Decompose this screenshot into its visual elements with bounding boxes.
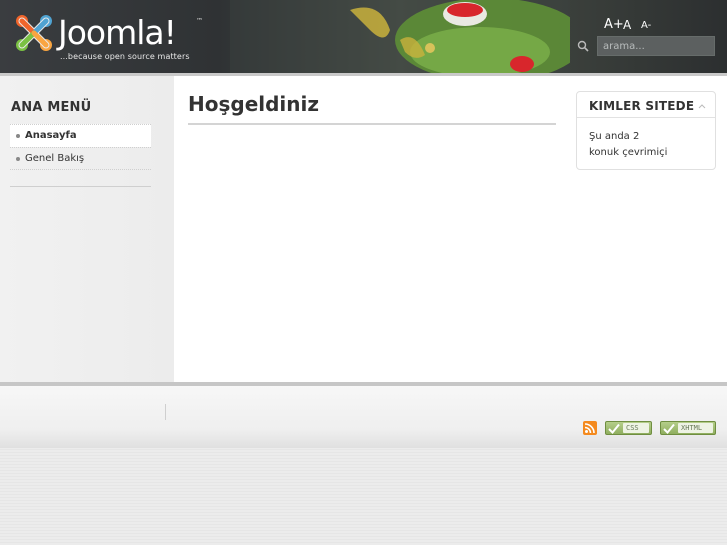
left-sidebar: ANA MENÜ Anasayfa Genel Bakış — [0, 76, 174, 382]
main-area: ANA MENÜ Anasayfa Genel Bakış Hoşgeldini… — [0, 76, 727, 382]
main-menu-title: ANA MENÜ — [11, 100, 92, 115]
font-sizer: A+ A A- — [604, 17, 664, 33]
page-background — [0, 448, 727, 545]
logo-trademark: ™ — [196, 17, 203, 25]
footer-separator — [165, 404, 166, 420]
font-larger-button[interactable]: A+ — [604, 17, 624, 32]
menu-item-genel-bakis[interactable]: Genel Bakış — [10, 147, 151, 170]
checkmark-icon — [608, 423, 620, 434]
who-online-module: KIMLER SITEDE Şu anda 2 konuk çevrimiçi — [576, 91, 716, 170]
joomla-logo-icon — [16, 15, 52, 51]
who-online-guests: konuk çevrimiçi — [589, 147, 668, 158]
xhtml-badge-label: XHTML — [678, 423, 713, 433]
who-online-header: KIMLER SITEDE — [577, 92, 715, 118]
menu-item-label: Anasayfa — [25, 130, 77, 141]
menu-item-label: Genel Bakış — [25, 153, 85, 164]
who-online-body: Şu anda 2 konuk çevrimiçi — [589, 129, 709, 161]
bullet-icon — [16, 134, 20, 138]
who-online-title: KIMLER SITEDE — [589, 99, 695, 113]
main-content: Hoşgeldiniz — [188, 90, 556, 125]
checkmark-icon — [663, 423, 675, 434]
collapse-chevron-icon[interactable] — [698, 103, 706, 109]
menu-item-anasayfa[interactable]: Anasayfa — [10, 124, 151, 147]
menu-divider — [10, 186, 151, 187]
search-icon — [577, 40, 589, 52]
font-normal-button[interactable]: A — [623, 18, 631, 32]
main-menu-list: Anasayfa Genel Bakış — [10, 124, 151, 170]
font-smaller-button[interactable]: A- — [641, 20, 651, 31]
site-footer: CSS XHTML — [0, 386, 727, 448]
page-title: Hoşgeldiniz — [188, 92, 320, 116]
frog-banner-image — [230, 0, 570, 73]
logo-wordmark: Joomla! — [58, 13, 177, 52]
title-divider — [188, 123, 556, 125]
css-badge-label: CSS — [623, 423, 649, 433]
joomla-logo[interactable]: Joomla! ™ ...because open source matters — [14, 13, 214, 65]
who-online-count: Şu anda 2 — [589, 131, 640, 142]
xhtml-valid-badge[interactable]: XHTML — [660, 421, 716, 435]
search-input[interactable] — [597, 36, 715, 56]
logo-tagline: ...because open source matters — [60, 52, 190, 61]
bullet-icon — [16, 157, 20, 161]
css-valid-badge[interactable]: CSS — [605, 421, 652, 435]
site-header: Joomla! ™ ...because open source matters… — [0, 0, 727, 73]
rss-icon[interactable] — [583, 421, 597, 435]
